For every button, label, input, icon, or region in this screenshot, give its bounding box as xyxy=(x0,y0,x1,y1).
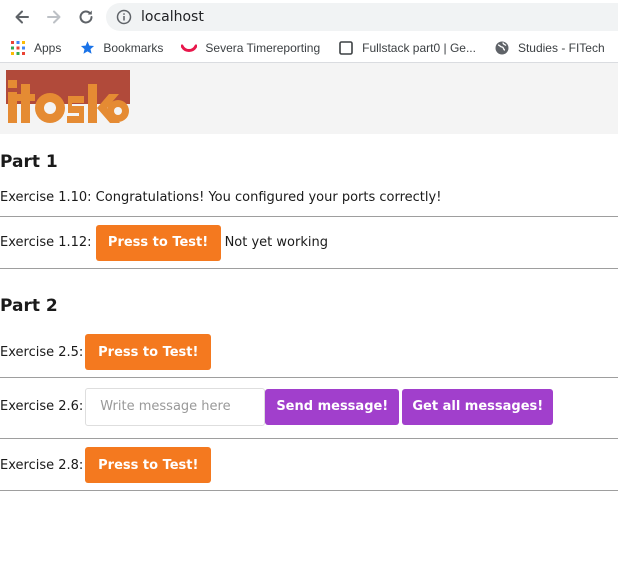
globe-icon xyxy=(494,40,510,56)
url-text[interactable]: localhost xyxy=(141,9,204,25)
divider xyxy=(0,438,618,439)
exercise-2-8-row: Exercise 2.8: Press to Test! xyxy=(0,440,618,490)
star-icon xyxy=(79,40,95,56)
bookmark-label: Fullstack part0 | Ge... xyxy=(362,40,476,55)
divider xyxy=(0,490,618,491)
get-all-messages-button[interactable]: Get all messages! xyxy=(402,388,554,425)
address-bar[interactable]: localhost xyxy=(106,3,618,31)
bookmark-fullstack[interactable]: Fullstack part0 | Ge... xyxy=(338,40,476,56)
bookmark-severa[interactable]: Severa Timereporting xyxy=(181,40,320,56)
exercise-2-8-test-button[interactable]: Press to Test! xyxy=(85,447,212,483)
exercise-2-6-label: Exercise 2.6: xyxy=(0,399,84,414)
exercise-1-12-label: Exercise 1.12: xyxy=(0,235,92,250)
itoska-logo xyxy=(6,70,130,130)
exercise-1-10-text: Exercise 1.10: Congratulations! You conf… xyxy=(0,190,442,205)
forward-button[interactable] xyxy=(40,3,68,31)
page-header xyxy=(0,63,618,134)
exercise-1-10-row: Exercise 1.10: Congratulations! You conf… xyxy=(0,185,618,210)
exercise-2-5-test-button[interactable]: Press to Test! xyxy=(85,334,212,370)
bookmark-label: Bookmarks xyxy=(103,40,164,55)
bookmark-label: Severa Timereporting xyxy=(205,40,321,55)
divider xyxy=(0,268,618,269)
bookmark-bookmarks[interactable]: Bookmarks xyxy=(79,40,163,56)
exercise-2-8-label: Exercise 2.8: xyxy=(0,457,84,473)
apps-grid-icon xyxy=(10,40,26,56)
back-button[interactable] xyxy=(8,3,36,31)
browser-toolbar: localhost xyxy=(0,0,618,33)
exercise-2-5-label: Exercise 2.5: xyxy=(0,344,84,360)
bookmark-studies[interactable]: Studies - FITech xyxy=(494,40,605,56)
arrow-left-icon xyxy=(15,10,29,23)
severa-icon xyxy=(181,40,198,56)
reload-icon xyxy=(79,10,93,23)
page-content: Part 1 Exercise 1.10: Congratulations! Y… xyxy=(0,148,618,491)
page-icon xyxy=(338,40,354,56)
part1-heading: Part 1 xyxy=(0,152,58,172)
exercise-1-12-row: Exercise 1.12: Press to Test! Not yet wo… xyxy=(0,217,618,268)
bookmarks-bar: Apps Bookmarks Severa Timereporting Full… xyxy=(0,33,618,63)
send-message-button[interactable]: Send message! xyxy=(265,388,400,425)
bookmark-apps[interactable]: Apps xyxy=(10,40,61,56)
exercise-1-12-status: Not yet working xyxy=(224,235,328,250)
reload-button[interactable] xyxy=(72,3,100,31)
exercise-1-12-test-button[interactable]: Press to Test! xyxy=(95,224,221,261)
arrow-right-icon xyxy=(47,10,61,23)
info-icon[interactable] xyxy=(116,9,132,25)
exercise-2-5-row: Exercise 2.5: Press to Test! xyxy=(0,330,618,374)
message-input[interactable]: Write message here xyxy=(85,387,266,426)
bookmark-label: Studies - FITech xyxy=(517,40,605,55)
exercise-2-6-row: Exercise 2.6: Write message here Send me… xyxy=(0,378,618,435)
part2-heading: Part 2 xyxy=(0,296,58,316)
bookmark-label: Apps xyxy=(34,40,62,55)
